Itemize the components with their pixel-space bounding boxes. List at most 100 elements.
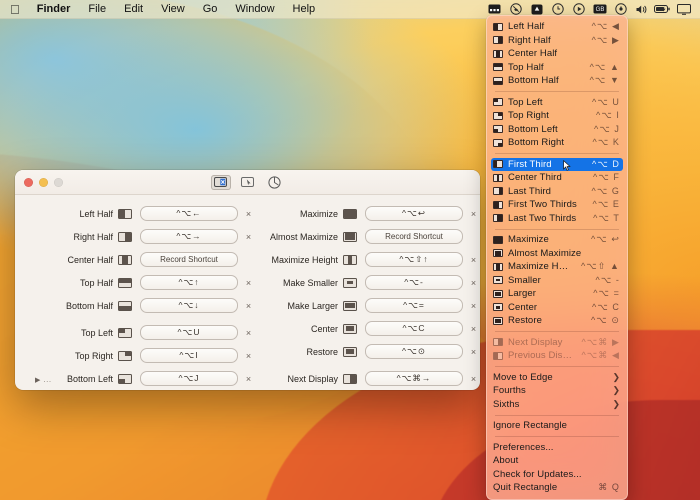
shortcut-recorder-field[interactable]: Record Shortcut <box>140 252 238 267</box>
clear-shortcut-button[interactable]: × <box>242 349 255 362</box>
clear-shortcut-button[interactable]: × <box>467 253 480 266</box>
twothirds-last-icon <box>493 214 503 223</box>
menu-item-last-third[interactable]: Last Third ^⌥ G <box>487 185 627 199</box>
shortcut-row: Center Half Record Shortcut <box>15 251 255 268</box>
shortcut-recorder-field[interactable]: ^⌥C <box>365 321 463 336</box>
chevron-right-icon: ❯ <box>612 385 620 396</box>
menu-item-bottom-right[interactable]: Bottom Right ^⌥ K <box>487 136 627 150</box>
menu-item-smaller[interactable]: Smaller ^⌥ - <box>487 274 627 288</box>
shortcut-recorder-field[interactable]: ^⌥⇧↑ <box>365 252 463 267</box>
battery-charging-icon[interactable] <box>652 0 673 19</box>
menu-item-shortcut: ^⌥ J <box>594 123 620 134</box>
clear-shortcut-button[interactable]: × <box>242 299 255 312</box>
minimize-button[interactable] <box>39 177 48 187</box>
clear-shortcut-button[interactable]: × <box>467 207 480 220</box>
corner-tr-icon <box>493 111 503 120</box>
half-top-icon <box>118 277 132 288</box>
menu-bar-left:  Finder File Edit View Go Window Help <box>0 0 324 19</box>
corner-tl-icon <box>493 98 503 107</box>
menu-item-about[interactable]: About <box>487 454 627 468</box>
menu-bar-item-edit[interactable]: Edit <box>115 0 152 19</box>
menu-item-shortcut: ^⌥ F <box>593 172 620 183</box>
menu-item-restore[interactable]: Restore ^⌥ ⊙ <box>487 314 627 328</box>
menu-item-left-half[interactable]: Left Half ^⌥ ◀ <box>487 20 627 34</box>
menu-item-bottom-half[interactable]: Bottom Half ^⌥ ▼ <box>487 74 627 88</box>
menu-item-shortcut: ^⌥ = <box>593 288 620 299</box>
clear-shortcut-button[interactable]: × <box>242 207 255 220</box>
clear-shortcut-button[interactable]: × <box>242 276 255 289</box>
apple-logo-icon[interactable]:  <box>8 0 28 19</box>
menu-item-ignore-rectangle[interactable]: Ignore Rectangle <box>487 419 627 433</box>
shortcut-recorder-field[interactable]: ^⌥U <box>140 325 238 340</box>
menu-bar-item-go[interactable]: Go <box>194 0 227 19</box>
shortcut-row: Make Larger ^⌥= × <box>255 297 480 314</box>
shortcut-recorder-field[interactable]: ^⌥⊙ <box>365 344 463 359</box>
rectangle-dropdown-menu[interactable]: Left Half ^⌥ ◀ Right Half ^⌥ ▶ Center Half To… <box>486 15 628 500</box>
menu-item-right-half[interactable]: Right Half ^⌥ ▶ <box>487 34 627 48</box>
menu-item-label: Bottom Left <box>508 123 558 135</box>
shortcut-recorder-field[interactable]: ^⌥- <box>365 275 463 290</box>
clear-shortcut-button[interactable]: × <box>242 230 255 243</box>
shortcut-recorder-field[interactable]: ^⌥→ <box>140 229 238 244</box>
rectangle-preferences-window[interactable]: Left Half ^⌥← × Right Half ^⌥→ × Center Half Re… <box>15 170 480 390</box>
shortcut-row: Right Half ^⌥→ × <box>15 228 255 245</box>
menu-separator <box>495 436 619 437</box>
shortcut-row: Top Half ^⌥↑ × <box>15 274 255 291</box>
menu-item-label: Top Right <box>508 110 550 122</box>
menu-item-shortcut: ^⌥ ⊙ <box>590 315 620 326</box>
menu-item-top-half[interactable]: Top Half ^⌥ ▲ <box>487 61 627 75</box>
menu-item-larger[interactable]: Larger ^⌥ = <box>487 287 627 301</box>
volume-icon[interactable] <box>631 0 652 19</box>
menu-item-top-right[interactable]: Top Right ^⌥ I <box>487 109 627 123</box>
clear-shortcut-button[interactable]: × <box>467 345 480 358</box>
menu-item-center-third[interactable]: Center Third ^⌥ F <box>487 171 627 185</box>
displays-icon[interactable] <box>673 0 694 19</box>
shortcut-recorder-field[interactable]: ^⌥I <box>140 348 238 363</box>
menu-item-first-two-thirds[interactable]: First Two Thirds ^⌥ E <box>487 198 627 212</box>
disclosure-triangle-icon[interactable]: ▶ <box>35 376 40 384</box>
menu-item-maximize-height[interactable]: Maximize Height ^⌥⇧ ▲ <box>487 260 627 274</box>
half-center-icon <box>118 254 132 265</box>
shortcut-recorder-field[interactable]: ^⌥↑ <box>140 275 238 290</box>
snap-areas-tab-button[interactable] <box>238 175 258 190</box>
clear-shortcut-button[interactable]: × <box>467 299 480 312</box>
menu-bar-item-view[interactable]: View <box>152 0 194 19</box>
menu-item-last-two-thirds[interactable]: Last Two Thirds ^⌥ T <box>487 212 627 226</box>
menu-bar-item-help[interactable]: Help <box>284 0 325 19</box>
menu-item-check-for-updates[interactable]: Check for Updates... <box>487 468 627 482</box>
shortcut-recorder-field[interactable]: ^⌥← <box>140 206 238 221</box>
shortcut-recorder-field[interactable]: ^⌥= <box>365 298 463 313</box>
shortcut-recorder-field[interactable]: ^⌥↓ <box>140 298 238 313</box>
menu-bar-item-window[interactable]: Window <box>226 0 283 19</box>
menu-item-label: About <box>493 455 519 467</box>
shortcut-label: Top Half <box>79 277 113 288</box>
shortcuts-tab-button[interactable] <box>210 174 231 190</box>
about-tab-button[interactable] <box>265 175 285 190</box>
shortcut-recorder-field[interactable]: ^⌥↩ <box>365 206 463 221</box>
menu-item-center-half[interactable]: Center Half <box>487 47 627 61</box>
menu-item-quit-rectangle[interactable]: Quit Rectangle ⌘ Q <box>487 481 627 495</box>
menu-item-almost-maximize[interactable]: Almost Maximize <box>487 247 627 261</box>
menu-item-fourths[interactable]: Fourths ❯ <box>487 384 627 398</box>
menu-item-center[interactable]: Center ^⌥ C <box>487 301 627 315</box>
menu-item-shortcut: ^⌥ ↩ <box>590 234 620 245</box>
shortcut-recorder-field[interactable]: Record Shortcut <box>365 229 463 244</box>
menu-item-sixths[interactable]: Sixths ❯ <box>487 398 627 412</box>
clear-shortcut-button[interactable]: × <box>467 276 480 289</box>
clear-shortcut-button[interactable]: × <box>467 322 480 335</box>
half-center-icon <box>493 49 503 58</box>
menu-item-top-left[interactable]: Top Left ^⌥ U <box>487 96 627 110</box>
menu-bar-item-file[interactable]: File <box>79 0 115 19</box>
menu-bar-item-finder[interactable]: Finder <box>28 0 80 19</box>
clear-shortcut-button[interactable]: × <box>242 326 255 339</box>
menu-item-maximize[interactable]: Maximize ^⌥ ↩ <box>487 233 627 247</box>
menu-item-first-third[interactable]: First Third ^⌥ D <box>491 157 623 171</box>
previous-display-icon <box>493 351 503 360</box>
menu-item-move-to-edge[interactable]: Move to Edge ❯ <box>487 371 627 385</box>
close-button[interactable] <box>24 177 33 187</box>
half-right-icon <box>493 36 503 45</box>
half-bottom-icon <box>493 76 503 85</box>
menu-item-preferences[interactable]: Preferences... <box>487 441 627 455</box>
menu-item-shortcut: ^⌥⌘ ▶ <box>581 336 620 347</box>
menu-item-bottom-left[interactable]: Bottom Left ^⌥ J <box>487 123 627 137</box>
